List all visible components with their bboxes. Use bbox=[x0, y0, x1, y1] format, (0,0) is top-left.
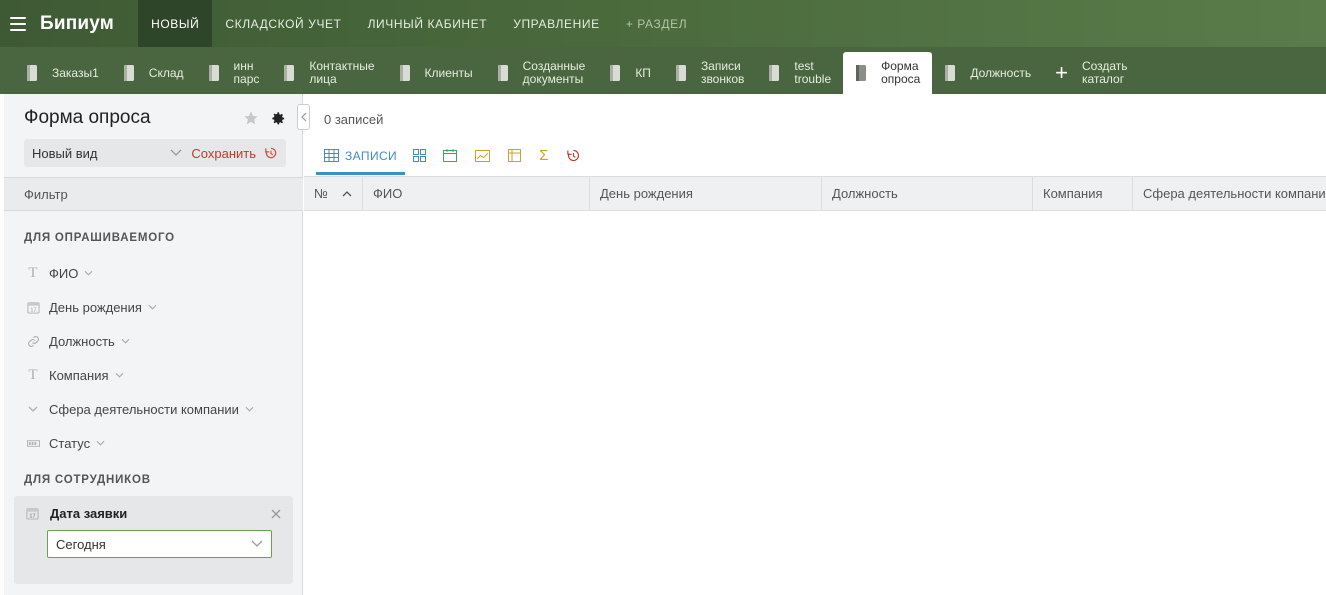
tab-records[interactable]: Записи bbox=[316, 136, 406, 175]
gear-icon[interactable] bbox=[271, 111, 286, 126]
cards-icon bbox=[413, 149, 427, 162]
reset-icon[interactable] bbox=[264, 146, 278, 160]
book-icon bbox=[284, 65, 295, 81]
tab-orders[interactable]: Заказы1 bbox=[14, 52, 111, 94]
tab-history[interactable] bbox=[557, 136, 590, 175]
filter-field-company[interactable]: T Компания bbox=[4, 358, 303, 392]
tab-warehouse[interactable]: Склад bbox=[111, 52, 196, 94]
column-position[interactable]: Должность bbox=[822, 177, 1033, 210]
history-icon bbox=[567, 149, 580, 162]
book-icon bbox=[675, 65, 686, 81]
tab-kp[interactable]: КП bbox=[597, 52, 663, 94]
column-birthday[interactable]: День рождения bbox=[590, 177, 822, 210]
svg-text:17: 17 bbox=[30, 307, 36, 313]
tab-test-trouble[interactable]: test trouble bbox=[756, 52, 843, 94]
chevron-down-icon bbox=[148, 304, 157, 310]
filter-field-sphere[interactable]: Сфера деятельности компании bbox=[4, 392, 303, 426]
active-filter-request-date: 17 Дата заявки Сегодня bbox=[14, 496, 293, 584]
link-icon bbox=[26, 335, 40, 348]
pivot-icon bbox=[508, 149, 522, 162]
filter-field-birthday[interactable]: 17 День рождения bbox=[4, 290, 303, 324]
page-title: Форма опроса bbox=[24, 107, 151, 128]
tab-documents[interactable]: Созданные документы bbox=[485, 52, 598, 94]
records-count: 0 записей bbox=[324, 112, 384, 127]
book-icon bbox=[208, 65, 219, 81]
book-icon bbox=[769, 65, 780, 81]
tab-chart[interactable] bbox=[466, 136, 499, 175]
create-catalog-button[interactable]: + Создать каталог bbox=[1043, 52, 1139, 94]
table-icon bbox=[324, 149, 339, 162]
column-fio[interactable]: ФИО bbox=[363, 177, 590, 210]
tab-clients[interactable]: Клиенты bbox=[387, 52, 485, 94]
book-icon bbox=[123, 65, 134, 81]
view-select[interactable]: Новый вид bbox=[32, 146, 182, 161]
book-icon bbox=[856, 65, 867, 81]
book-icon bbox=[945, 65, 956, 81]
book-icon bbox=[497, 65, 508, 81]
column-number[interactable]: № bbox=[304, 177, 363, 210]
view-tabs: Записи Σ bbox=[316, 136, 590, 175]
group-title-employees: Для сотрудников bbox=[24, 474, 151, 486]
book-icon bbox=[399, 65, 410, 81]
chart-icon bbox=[475, 149, 491, 162]
top-bar: Бипиум Новый Складской учет Личный кабин… bbox=[0, 0, 1326, 47]
tab-summary[interactable]: Σ bbox=[530, 136, 557, 175]
svg-text:17: 17 bbox=[29, 514, 35, 520]
text-icon: T bbox=[28, 264, 38, 281]
top-nav-warehouse[interactable]: Складской учет bbox=[212, 0, 354, 47]
filter-field-fio[interactable]: T ФИО bbox=[4, 256, 303, 290]
tab-calendar[interactable] bbox=[434, 136, 466, 175]
app-logo[interactable]: Бипиум bbox=[40, 13, 114, 35]
filter-field-status[interactable]: Статус bbox=[4, 426, 303, 460]
star-icon[interactable] bbox=[243, 110, 259, 126]
catalog-tabs: Заказы1 Склад инн парс Контактные лица К… bbox=[0, 47, 1326, 94]
chevron-down-icon bbox=[121, 338, 130, 344]
add-section-button[interactable]: + Раздел bbox=[613, 0, 700, 47]
tab-survey-form[interactable]: Форма опроса bbox=[843, 52, 933, 94]
group-title-respondent: Для опрашиваемого bbox=[24, 232, 175, 244]
chevron-down-icon bbox=[245, 406, 254, 412]
chevron-down-icon bbox=[84, 270, 93, 276]
top-nav-cabinet[interactable]: Личный кабинет bbox=[355, 0, 501, 47]
tab-cards[interactable] bbox=[405, 136, 434, 175]
filter-header: Фильтр bbox=[4, 177, 303, 211]
chevron-down-icon bbox=[96, 440, 105, 446]
book-icon bbox=[27, 65, 37, 81]
date-filter-select[interactable]: Сегодня bbox=[47, 530, 272, 558]
sort-asc-icon bbox=[342, 190, 352, 196]
tab-inn-pars[interactable]: инн парс bbox=[196, 52, 272, 94]
tab-contacts[interactable]: Контактные лица bbox=[271, 52, 386, 94]
progress-icon bbox=[26, 439, 40, 447]
chevron-down-icon bbox=[170, 149, 182, 156]
close-icon[interactable] bbox=[271, 509, 281, 519]
text-icon: T bbox=[28, 366, 38, 383]
menu-icon[interactable] bbox=[10, 16, 26, 31]
dropdown-icon bbox=[26, 406, 40, 412]
plus-icon: + bbox=[1055, 60, 1068, 85]
column-sphere[interactable]: Сфера деятельности компании bbox=[1133, 177, 1326, 210]
filter-field-position[interactable]: Должность bbox=[4, 324, 303, 358]
chevron-down-icon bbox=[115, 372, 123, 378]
main-content: 0 записей Записи Σ № ФИО День рожде bbox=[304, 94, 1326, 595]
calendar-icon: 17 bbox=[26, 301, 40, 314]
filter-sidebar: Форма опроса Новый вид Сохранить Фильтр … bbox=[4, 94, 303, 595]
table-header: № ФИО День рождения Должность Компания С… bbox=[304, 176, 1326, 211]
chevron-down-icon bbox=[251, 540, 263, 547]
calendar-icon bbox=[443, 149, 458, 162]
column-company[interactable]: Компания bbox=[1033, 177, 1133, 210]
tab-pivot[interactable] bbox=[499, 136, 530, 175]
sigma-icon: Σ bbox=[539, 147, 549, 164]
view-toolbar: Новый вид Сохранить bbox=[24, 139, 286, 167]
save-button[interactable]: Сохранить bbox=[191, 146, 256, 161]
top-nav-new[interactable]: Новый bbox=[138, 0, 213, 47]
top-nav: Новый Складской учет Личный кабинет Упра… bbox=[138, 0, 700, 47]
top-nav-management[interactable]: Управление bbox=[500, 0, 613, 47]
calendar-icon: 17 bbox=[26, 507, 40, 520]
book-icon bbox=[610, 65, 621, 81]
tab-position[interactable]: Должность bbox=[932, 52, 1043, 94]
tab-calls[interactable]: Записи звонков bbox=[663, 52, 756, 94]
